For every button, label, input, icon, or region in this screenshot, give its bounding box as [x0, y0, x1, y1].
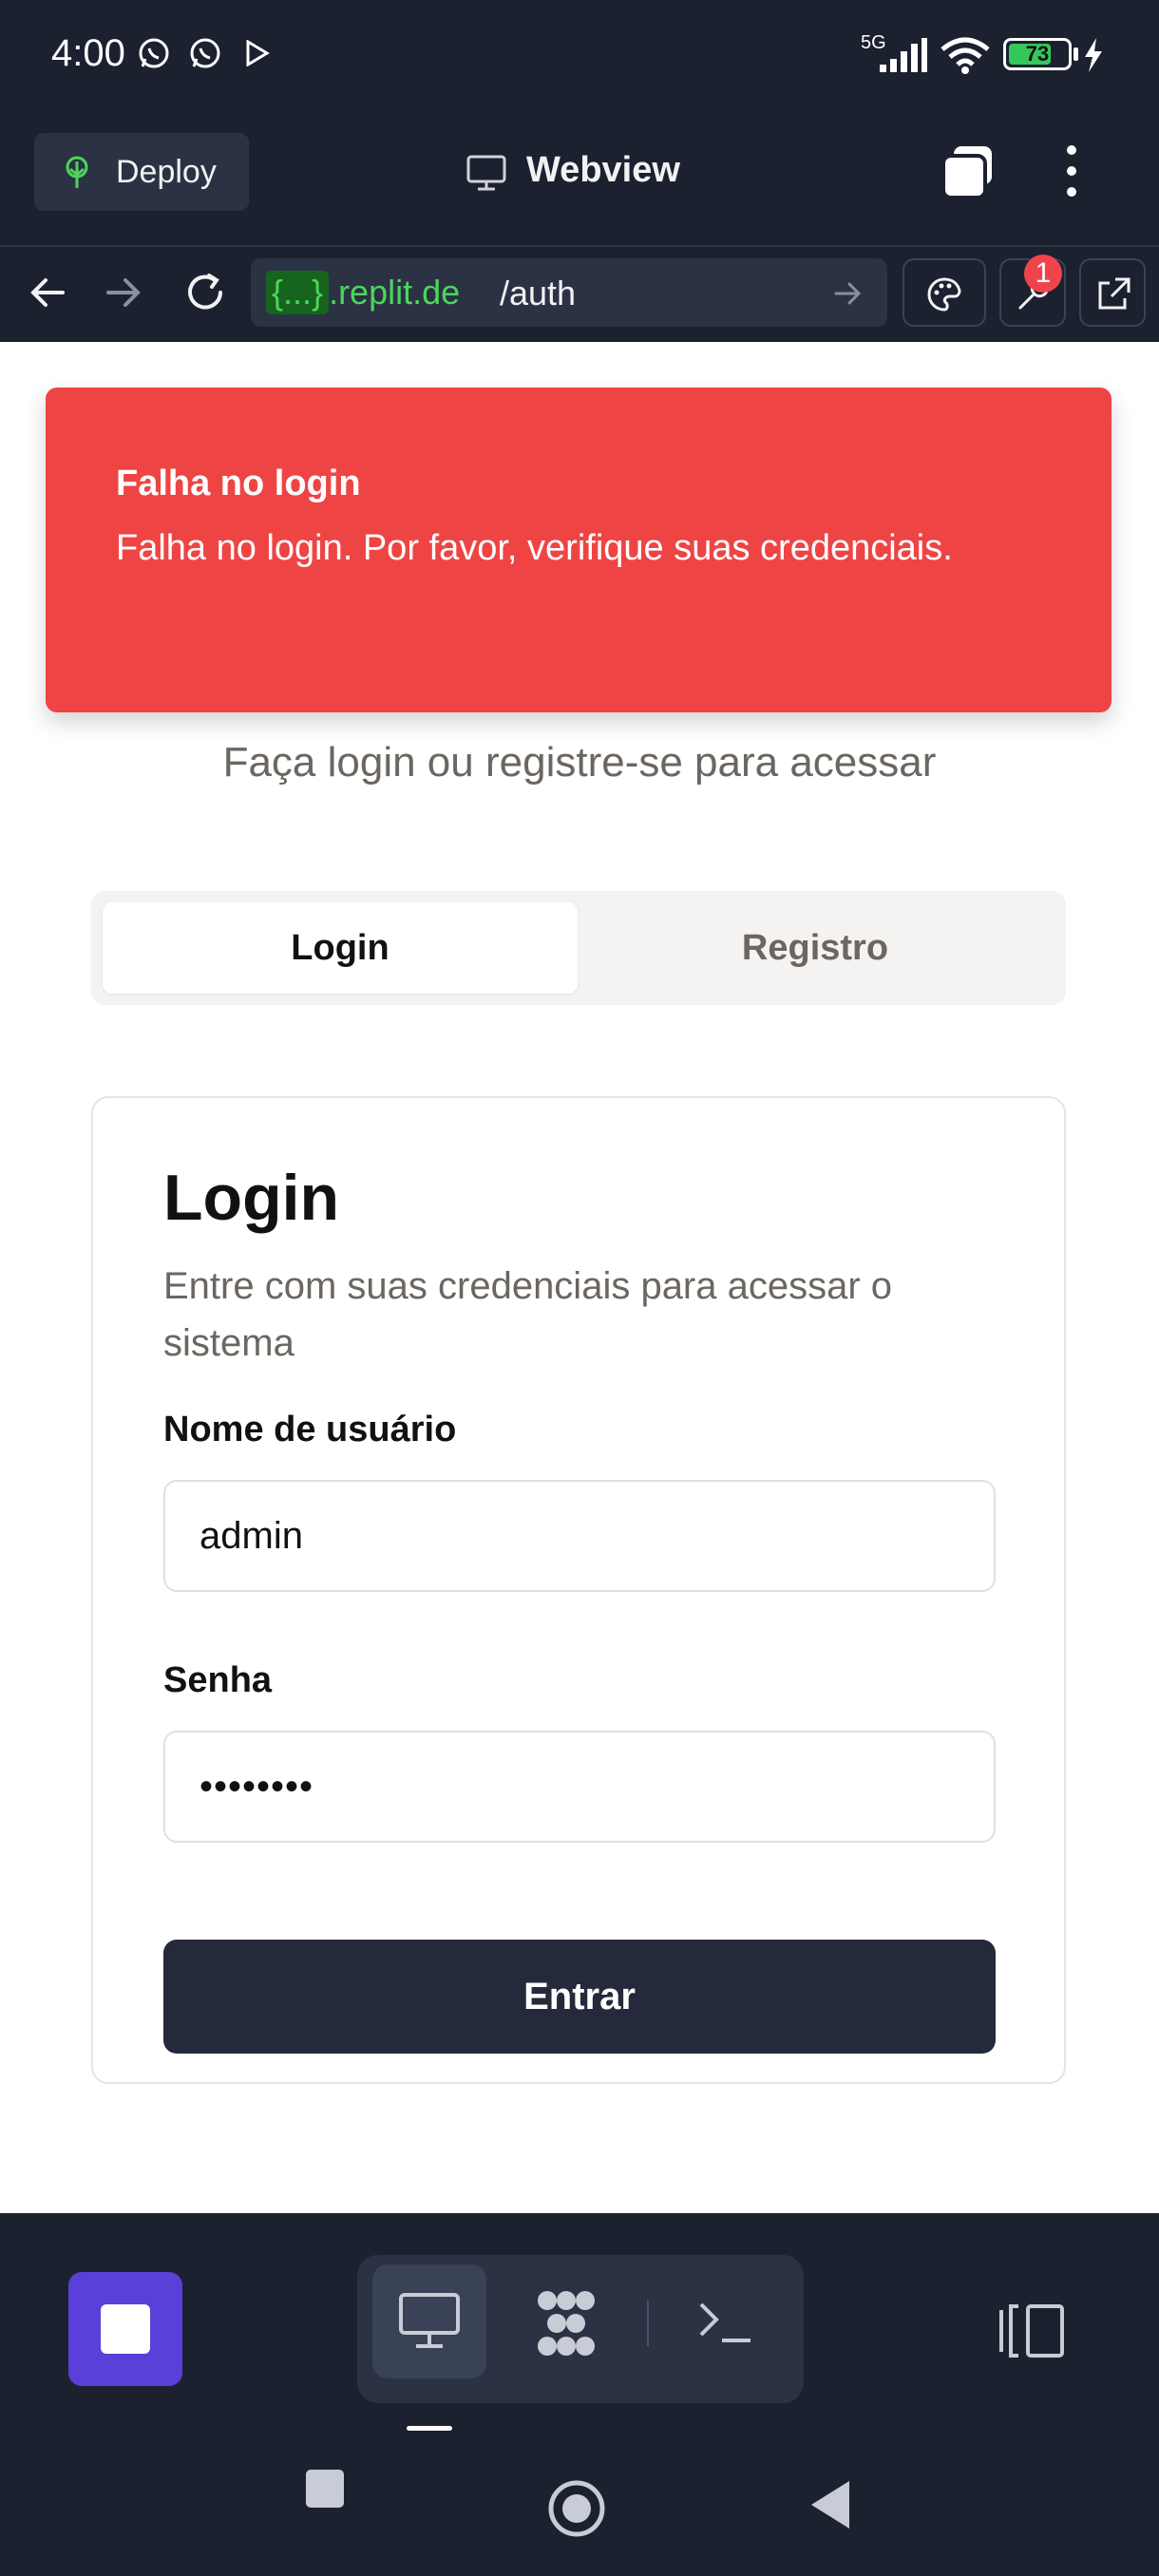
battery-tip [1074, 47, 1078, 61]
palette-button[interactable] [902, 258, 986, 327]
pane-switcher [357, 2255, 804, 2403]
toast-message: Falha no login. Por favor, verifique sua… [116, 528, 953, 568]
shell-pane-button[interactable] [673, 2264, 787, 2378]
go-arrow-icon[interactable] [832, 277, 864, 310]
url-host-name: .replit.de [329, 273, 461, 312]
username-label: Nome de usuário [163, 1410, 457, 1449]
error-toast: Falha no login Falha no login. Por favor… [46, 388, 1112, 712]
tabs-icon[interactable] [940, 144, 994, 199]
layout-toggle-icon[interactable] [998, 2302, 1066, 2359]
battery-indicator: 73 [1003, 38, 1072, 70]
submit-button[interactable]: Entrar [163, 1940, 996, 2054]
reload-icon[interactable] [180, 268, 230, 317]
status-bar: 4:00 5G 73 [0, 0, 1159, 114]
notification-badge: 1 [1024, 255, 1062, 293]
card-description: Entre com suas credenciais para acessar … [163, 1265, 893, 1364]
terminal-icon [697, 2299, 754, 2346]
webview-title: Webview [526, 150, 680, 190]
password-input[interactable]: •••••••• [163, 1731, 996, 1843]
whatsapp-icon [188, 36, 222, 70]
arrow-right-icon[interactable] [99, 268, 148, 317]
agent-pane-button[interactable] [509, 2264, 623, 2378]
toast-title: Falha no login [116, 464, 361, 503]
charging-icon [1083, 38, 1104, 72]
stop-icon [101, 2304, 150, 2354]
agent-icon [530, 2287, 602, 2359]
url-path: /auth [500, 274, 577, 313]
wifi-icon [940, 36, 990, 74]
signal-icon [878, 38, 927, 72]
password-label: Senha [163, 1660, 273, 1700]
deploy-label: Deploy [116, 154, 217, 190]
monitor-icon [466, 154, 507, 192]
battery-percent: 73 [1025, 42, 1050, 66]
auth-tabs: Login Registro [91, 891, 1066, 1005]
home-nav-button[interactable] [547, 2479, 606, 2538]
active-indicator [407, 2426, 452, 2431]
stop-button[interactable] [68, 2272, 182, 2386]
tab-registro[interactable]: Registro [578, 902, 1053, 994]
more-vertical-icon[interactable] [1054, 142, 1089, 199]
back-nav-button[interactable] [808, 2479, 851, 2530]
deploy-button[interactable]: Deploy [34, 133, 249, 211]
whatsapp-icon [137, 36, 171, 70]
url-bar[interactable]: {...} .replit.de /auth [251, 258, 887, 327]
webview-content: Faça login ou registre-se para acessar L… [0, 342, 1159, 2213]
tab-login[interactable]: Login [103, 902, 578, 994]
arrow-left-icon[interactable] [23, 268, 72, 317]
webview-pane-button[interactable] [372, 2264, 486, 2378]
url-host-tag: {...} [266, 271, 330, 314]
url-host: {...} .replit.de [266, 270, 460, 315]
page-subtitle: Faça login ou registre-se para acessar [222, 739, 937, 786]
external-link-icon [1094, 275, 1132, 313]
recents-nav-button[interactable] [304, 2468, 346, 2510]
login-card: Login Entre com suas credenciais para ac… [91, 1096, 1066, 2084]
card-title: Login [163, 1162, 340, 1234]
pane-divider [647, 2301, 649, 2346]
deploy-tree-icon [61, 156, 93, 190]
play-store-icon [245, 40, 270, 66]
username-input[interactable] [163, 1480, 996, 1592]
palette-icon [925, 275, 963, 313]
open-external-button[interactable] [1079, 258, 1146, 327]
app-header: Deploy Webview [0, 114, 1159, 247]
url-row: {...} .replit.de /auth [0, 247, 1159, 342]
status-time: 4:00 [51, 32, 125, 74]
monitor-icon [397, 2291, 462, 2350]
